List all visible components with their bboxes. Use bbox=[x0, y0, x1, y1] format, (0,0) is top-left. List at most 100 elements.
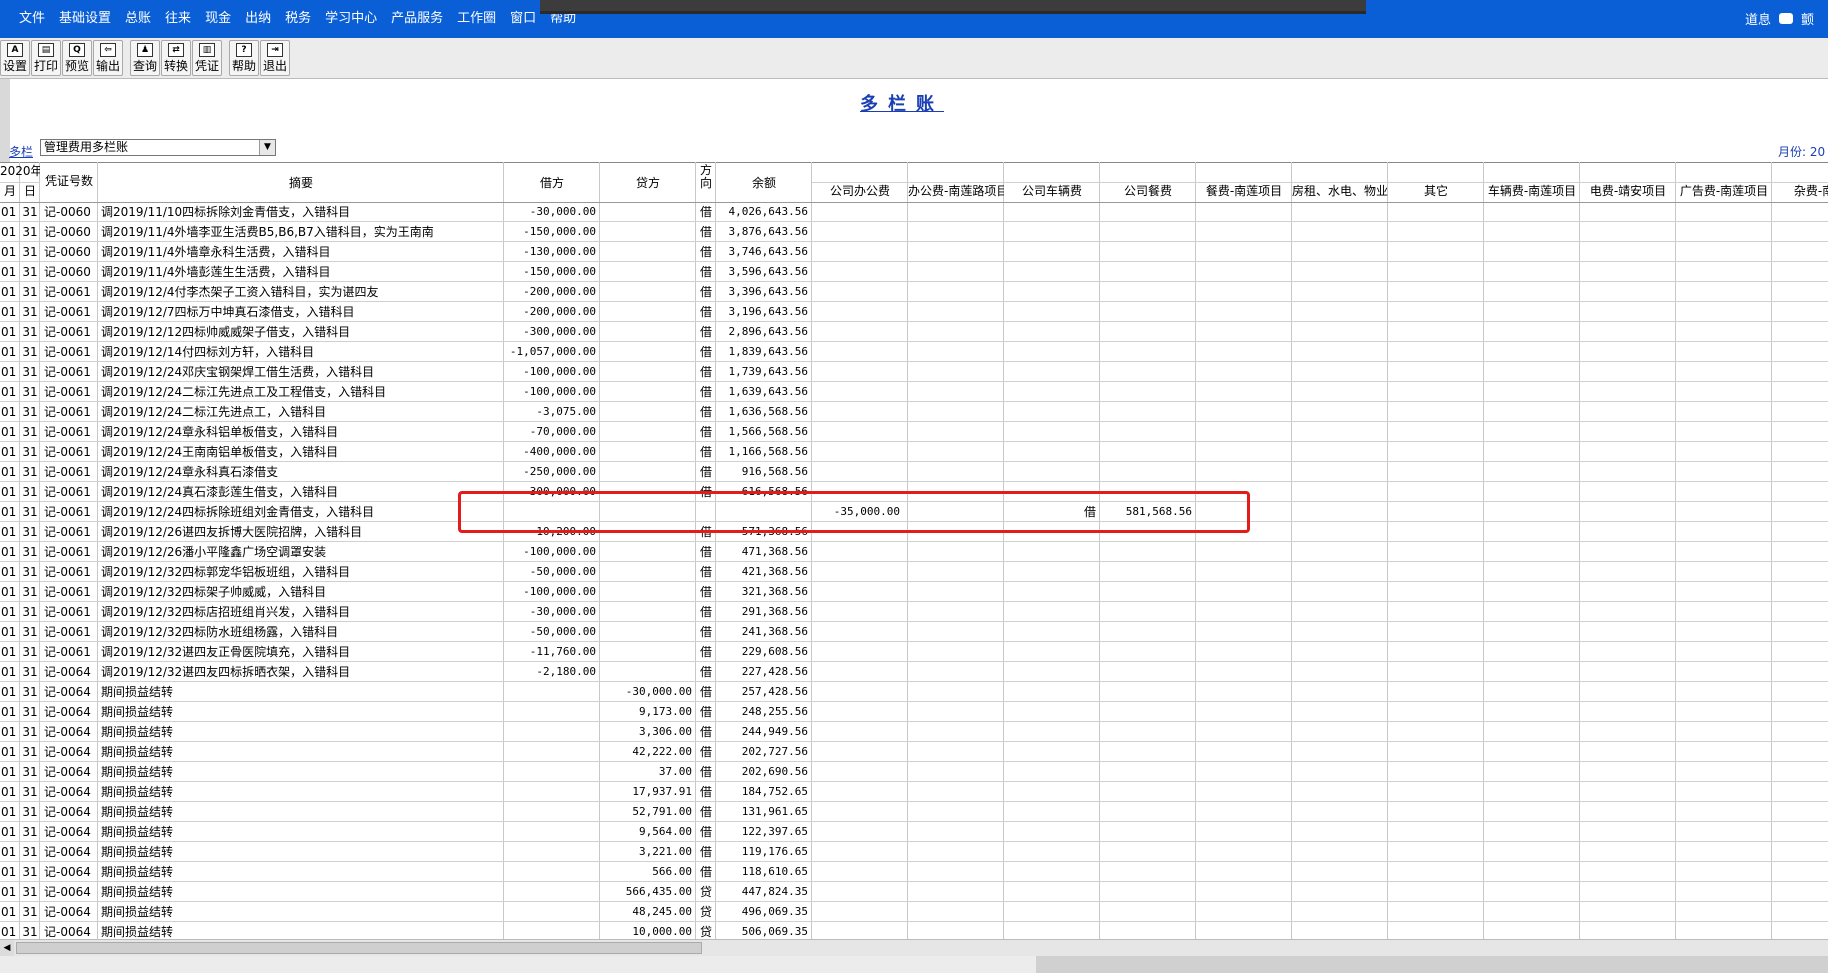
cell-voucher[interactable]: 记-0061 bbox=[40, 522, 98, 542]
cell-voucher[interactable]: 记-0061 bbox=[40, 442, 98, 462]
cell-credit bbox=[600, 402, 696, 422]
cell-voucher[interactable]: 记-0064 bbox=[40, 662, 98, 682]
header-year: 2020年 bbox=[0, 164, 40, 178]
toolbar-button-0[interactable]: A 设置 bbox=[0, 40, 30, 76]
menu-item-4[interactable]: 现金 bbox=[198, 10, 238, 28]
cell-voucher[interactable]: 记-0064 bbox=[40, 782, 98, 802]
cell-credit bbox=[600, 422, 696, 442]
cell-voucher[interactable]: 记-0060 bbox=[40, 242, 98, 262]
menu-item-5[interactable]: 出纳 bbox=[238, 10, 278, 28]
toolbar-button-1[interactable]: ▤ 打印 bbox=[31, 40, 61, 76]
menu-item-1[interactable]: 基础设置 bbox=[52, 10, 118, 28]
cell-day: 31 bbox=[22, 805, 38, 819]
cell-voucher[interactable]: 记-0061 bbox=[40, 462, 98, 482]
cell-day: 31 bbox=[22, 785, 38, 799]
cell-direction: 借 bbox=[699, 245, 712, 259]
cell-voucher[interactable]: 记-0061 bbox=[40, 622, 98, 642]
cell-direction: 借 bbox=[699, 205, 712, 219]
cell-credit: 566.00 bbox=[652, 865, 692, 878]
toolbar-button-label: 转换 bbox=[163, 59, 188, 73]
scroll-thumb[interactable] bbox=[16, 942, 702, 954]
menu-item-7[interactable]: 学习中心 bbox=[318, 10, 384, 28]
cell-month: 01 bbox=[1, 885, 17, 899]
cell-voucher[interactable]: 记-0061 bbox=[40, 562, 98, 582]
cell-voucher[interactable]: 记-0061 bbox=[40, 382, 98, 402]
cell-voucher[interactable]: 记-0061 bbox=[40, 642, 98, 662]
cell-day: 31 bbox=[22, 385, 38, 399]
toolbar-button-8[interactable]: ⇥ 退出 bbox=[260, 40, 290, 76]
toolbar-button-2[interactable]: Q 预览 bbox=[62, 40, 92, 76]
multi-column-label[interactable]: 多栏 bbox=[9, 143, 33, 160]
cell-direction: 借 bbox=[699, 545, 712, 559]
cell-voucher[interactable]: 记-0064 bbox=[40, 762, 98, 782]
cell-voucher[interactable]: 记-0061 bbox=[40, 542, 98, 562]
scroll-left-icon[interactable]: ◀ bbox=[0, 940, 14, 957]
cell-voucher[interactable]: 记-0061 bbox=[40, 362, 98, 382]
cell-balance: 1,739,643.56 bbox=[728, 365, 808, 378]
cell-voucher[interactable]: 记-0060 bbox=[40, 202, 98, 222]
cell-debit: -130,000.00 bbox=[523, 245, 596, 258]
toolbar-button-5[interactable]: ⇄ 转换 bbox=[161, 40, 191, 76]
cell-debit: -100,000.00 bbox=[523, 385, 596, 398]
cell-voucher[interactable]: 记-0061 bbox=[40, 402, 98, 422]
cell-debit bbox=[504, 862, 600, 882]
cell-month: 01 bbox=[1, 305, 17, 319]
cell-direction: 借 bbox=[699, 585, 712, 599]
cell-day: 31 bbox=[22, 305, 38, 319]
cell-voucher[interactable]: 记-0064 bbox=[40, 682, 98, 702]
cell-voucher[interactable]: 记-0061 bbox=[40, 342, 98, 362]
chevron-down-icon[interactable]: ▼ bbox=[259, 140, 275, 155]
cell-voucher[interactable]: 记-0064 bbox=[40, 802, 98, 822]
menu-item-3[interactable]: 往来 bbox=[158, 10, 198, 28]
cell-balance: 1,566,568.56 bbox=[728, 425, 808, 438]
cell-debit bbox=[504, 822, 600, 842]
cell-voucher[interactable]: 记-0061 bbox=[40, 322, 98, 342]
toolbar-button-6[interactable]: ▥ 凭证 bbox=[192, 40, 222, 76]
cell-voucher[interactable]: 记-0061 bbox=[40, 282, 98, 302]
menu-item-0[interactable]: 文件 bbox=[12, 10, 52, 28]
cell-voucher[interactable]: 记-0064 bbox=[40, 882, 98, 902]
cell-voucher[interactable]: 记-0060 bbox=[40, 222, 98, 242]
cell-voucher[interactable]: 记-0064 bbox=[40, 822, 98, 842]
toolbar-button-7[interactable]: ? 帮助 bbox=[229, 40, 259, 76]
cell-voucher[interactable]: 记-0061 bbox=[40, 602, 98, 622]
cell-day: 31 bbox=[22, 845, 38, 859]
cell-voucher[interactable]: 记-0064 bbox=[40, 902, 98, 922]
cell-day: 31 bbox=[22, 865, 38, 879]
cell-voucher[interactable]: 记-0064 bbox=[40, 742, 98, 762]
toolbar-button-3[interactable]: ⇦ 输出 bbox=[93, 40, 123, 76]
cell-day: 31 bbox=[22, 645, 38, 659]
cell-voucher[interactable]: 记-0064 bbox=[40, 842, 98, 862]
cell-balance: 3,396,643.56 bbox=[728, 285, 808, 298]
menu-item-8[interactable]: 产品服务 bbox=[384, 10, 450, 28]
multi-column-select[interactable]: 管理费用多栏账 ▼ bbox=[40, 139, 276, 156]
cell-voucher[interactable]: 记-0061 bbox=[40, 502, 98, 522]
cell-voucher[interactable]: 记-0060 bbox=[40, 262, 98, 282]
menu-item-9[interactable]: 工作圈 bbox=[450, 10, 503, 28]
cell-voucher[interactable]: 记-0061 bbox=[40, 482, 98, 502]
cell-voucher[interactable]: 记-0064 bbox=[40, 922, 98, 939]
cell-voucher[interactable]: 记-0061 bbox=[40, 302, 98, 322]
cell-credit bbox=[600, 262, 696, 282]
toolbar-button-4[interactable]: ♟ 查询 bbox=[130, 40, 160, 76]
cell-credit: 3,221.00 bbox=[639, 845, 692, 858]
toolbar-button-label: 设置 bbox=[2, 59, 27, 73]
toolbar-button-label: 帮助 bbox=[231, 59, 256, 73]
menu-item-6[interactable]: 税务 bbox=[278, 10, 318, 28]
horizontal-scrollbar[interactable]: ◀ bbox=[0, 939, 1828, 957]
message-link[interactable]: 道息 bbox=[1745, 9, 1771, 28]
cell-summary: 期间损益结转 bbox=[101, 765, 174, 779]
cell-day: 31 bbox=[22, 725, 38, 739]
report-title: 多栏账 bbox=[860, 94, 944, 115]
menu-item-2[interactable]: 总账 bbox=[118, 10, 158, 28]
cell-voucher[interactable]: 记-0064 bbox=[40, 702, 98, 722]
message-icon[interactable] bbox=[1778, 13, 1793, 24]
cell-voucher[interactable]: 记-0064 bbox=[40, 862, 98, 882]
cell-summary: 调2019/12/32谌四友正骨医院填充，入错科目 bbox=[101, 645, 351, 659]
cell-direction: 借 bbox=[699, 645, 712, 659]
cell-balance: 241,368.56 bbox=[741, 625, 808, 638]
cell-voucher[interactable]: 记-0064 bbox=[40, 722, 98, 742]
cell-voucher[interactable]: 记-0061 bbox=[40, 582, 98, 602]
cell-voucher[interactable]: 记-0061 bbox=[40, 422, 98, 442]
menu-item-10[interactable]: 窗口 bbox=[503, 10, 543, 28]
